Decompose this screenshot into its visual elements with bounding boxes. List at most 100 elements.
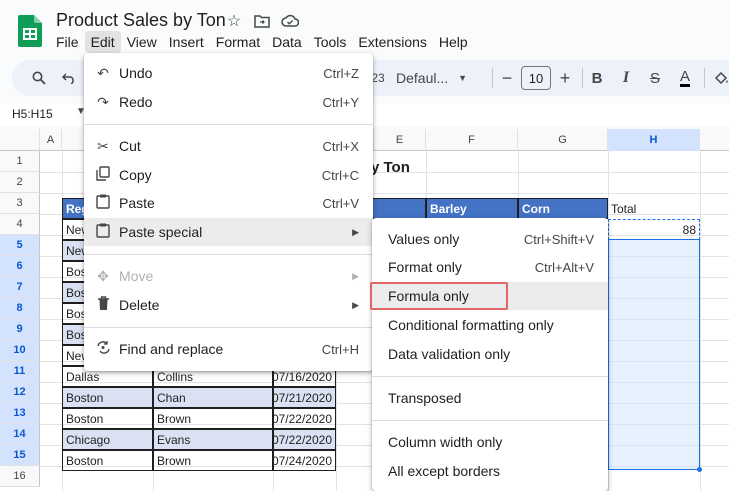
document-title[interactable]: Product Sales by Ton [56, 10, 226, 31]
move-folder-icon[interactable] [252, 11, 272, 31]
column-header-g[interactable]: G [518, 129, 608, 151]
increase-font-size-button[interactable]: + [557, 60, 573, 96]
bold-button[interactable]: B [589, 60, 605, 96]
text-color-button[interactable]: A [676, 60, 694, 96]
rep-cell[interactable]: Brown [153, 450, 273, 471]
region-cell[interactable]: Boston [62, 408, 153, 429]
menu-item-values-only[interactable]: Values only Ctrl+Shift+V [372, 225, 608, 253]
menu-item-label: Paste [119, 195, 155, 211]
font-size-input[interactable]: 10 [521, 66, 551, 90]
column-header-f[interactable]: F [426, 129, 518, 151]
menu-help[interactable]: Help [433, 31, 474, 53]
menu-item-all-except-borders[interactable]: All except borders [372, 457, 608, 485]
date-cell[interactable]: 07/22/2020 [273, 429, 336, 450]
date-cell[interactable]: 07/24/2020 [273, 450, 336, 471]
clipboard-icon [94, 194, 112, 212]
menu-item-delete[interactable]: Delete ▶ [84, 291, 373, 319]
fill-color-icon[interactable] [712, 60, 729, 96]
menu-item-shortcut: Ctrl+C [321, 167, 359, 183]
fill-handle[interactable] [697, 467, 702, 472]
menu-tools[interactable]: Tools [308, 31, 353, 53]
row-header-13[interactable]: 13 [0, 403, 40, 424]
menu-item-format-only[interactable]: Format only Ctrl+Alt+V [372, 253, 608, 281]
header-cell-total[interactable]: Total [608, 198, 700, 219]
menu-item-undo[interactable]: ↶ Undo Ctrl+Z [84, 59, 373, 87]
row-header-1[interactable]: 1 [0, 151, 40, 172]
row-header-15[interactable]: 15 [0, 445, 40, 466]
header-cell-barley[interactable]: Barley [426, 198, 518, 219]
column-header-e[interactable]: E [374, 129, 426, 151]
toolbar-divider [704, 68, 705, 88]
menu-extensions[interactable]: Extensions [352, 31, 432, 53]
region-cell[interactable]: Boston [62, 450, 153, 471]
menu-item-cut[interactable]: ✂ Cut Ctrl+X [84, 132, 373, 160]
menu-item-copy[interactable]: Copy Ctrl+C [84, 161, 373, 189]
undo-icon: ↶ [97, 64, 109, 81]
strikethrough-button[interactable]: S [647, 60, 663, 96]
row-header-12[interactable]: 12 [0, 382, 40, 403]
select-all-corner[interactable] [0, 129, 40, 151]
row-header-14[interactable]: 14 [0, 424, 40, 445]
menu-item-paste[interactable]: Paste Ctrl+V [84, 189, 373, 217]
menu-data[interactable]: Data [266, 31, 308, 53]
date-cell[interactable]: 07/22/2020 [273, 408, 336, 429]
row-header-9[interactable]: 9 [0, 319, 40, 340]
column-header-a[interactable]: A [40, 129, 62, 151]
row-header-3[interactable]: 3 [0, 193, 40, 214]
date-cell[interactable]: 07/21/2020 [273, 387, 336, 408]
toolbar-divider [492, 68, 493, 88]
menu-item-find-replace[interactable]: Find and replace Ctrl+H [84, 335, 373, 363]
search-menus-icon[interactable] [28, 60, 50, 96]
header-cell-col-e[interactable] [366, 198, 426, 219]
star-icon[interactable]: ☆ [224, 11, 244, 31]
menu-item-label: Conditional formatting only [388, 317, 554, 333]
menu-format[interactable]: Format [210, 31, 266, 53]
rep-cell[interactable]: Chan [153, 387, 273, 408]
menu-insert[interactable]: Insert [163, 31, 210, 53]
row-header-5[interactable]: 5 [0, 235, 40, 256]
name-box[interactable]: H5:H15 [12, 107, 53, 121]
menu-item-redo[interactable]: ↷ Redo Ctrl+Y [84, 88, 373, 116]
row-header-6[interactable]: 6 [0, 256, 40, 277]
sheets-logo-icon[interactable] [18, 15, 42, 47]
menu-item-label: Column width only [388, 434, 503, 450]
row-header-10[interactable]: 10 [0, 340, 40, 361]
total-value-cell[interactable]: 88 [608, 219, 700, 240]
row-header-11[interactable]: 11 [0, 361, 40, 382]
redo-icon: ↷ [97, 93, 109, 110]
italic-button[interactable]: I [618, 60, 634, 96]
undo-icon[interactable] [58, 60, 80, 96]
menu-item-paste-special[interactable]: Paste special ▶ [84, 218, 373, 246]
region-cell[interactable]: Chicago [62, 429, 153, 450]
menu-item-transposed[interactable]: Transposed [372, 384, 608, 412]
menu-view[interactable]: View [121, 31, 163, 53]
chevron-down-icon: ▼ [458, 73, 468, 83]
row-header-2[interactable]: 2 [0, 172, 40, 193]
row-header-4[interactable]: 4 [0, 214, 40, 235]
menu-item-data-validation-only[interactable]: Data validation only [372, 340, 608, 368]
cloud-status-icon[interactable] [280, 11, 300, 31]
menu-file[interactable]: File [50, 31, 85, 53]
column-header-h[interactable]: H [608, 129, 700, 151]
sheet-title-cell[interactable]: y Ton [368, 157, 413, 177]
row-header-7[interactable]: 7 [0, 277, 40, 298]
toolbar-divider [582, 68, 583, 88]
menu-edit[interactable]: Edit [84, 31, 121, 53]
menu-item-label: Delete [119, 297, 160, 313]
region-cell[interactable]: Boston [62, 387, 153, 408]
selected-range[interactable] [608, 239, 700, 470]
rep-cell[interactable]: Brown [153, 408, 273, 429]
header-cell-corn[interactable]: Corn [518, 198, 608, 219]
menu-item-column-width-only[interactable]: Column width only [372, 428, 608, 456]
row-header-8[interactable]: 8 [0, 298, 40, 319]
find-replace-icon [94, 340, 112, 358]
menu-separator [372, 376, 608, 377]
rep-cell[interactable]: Evans [153, 429, 273, 450]
trash-icon [94, 296, 112, 314]
menu-item-shortcut: Ctrl+Z [323, 65, 359, 81]
row-header-16[interactable]: 16 [0, 466, 40, 487]
menu-item-conditional-formatting-only[interactable]: Conditional formatting only [372, 311, 608, 339]
decrease-font-size-button[interactable]: − [499, 60, 515, 96]
menu-item-move[interactable]: ✥ Move ▶ [84, 262, 373, 290]
font-select[interactable]: Defaul... ▼ [396, 60, 482, 96]
